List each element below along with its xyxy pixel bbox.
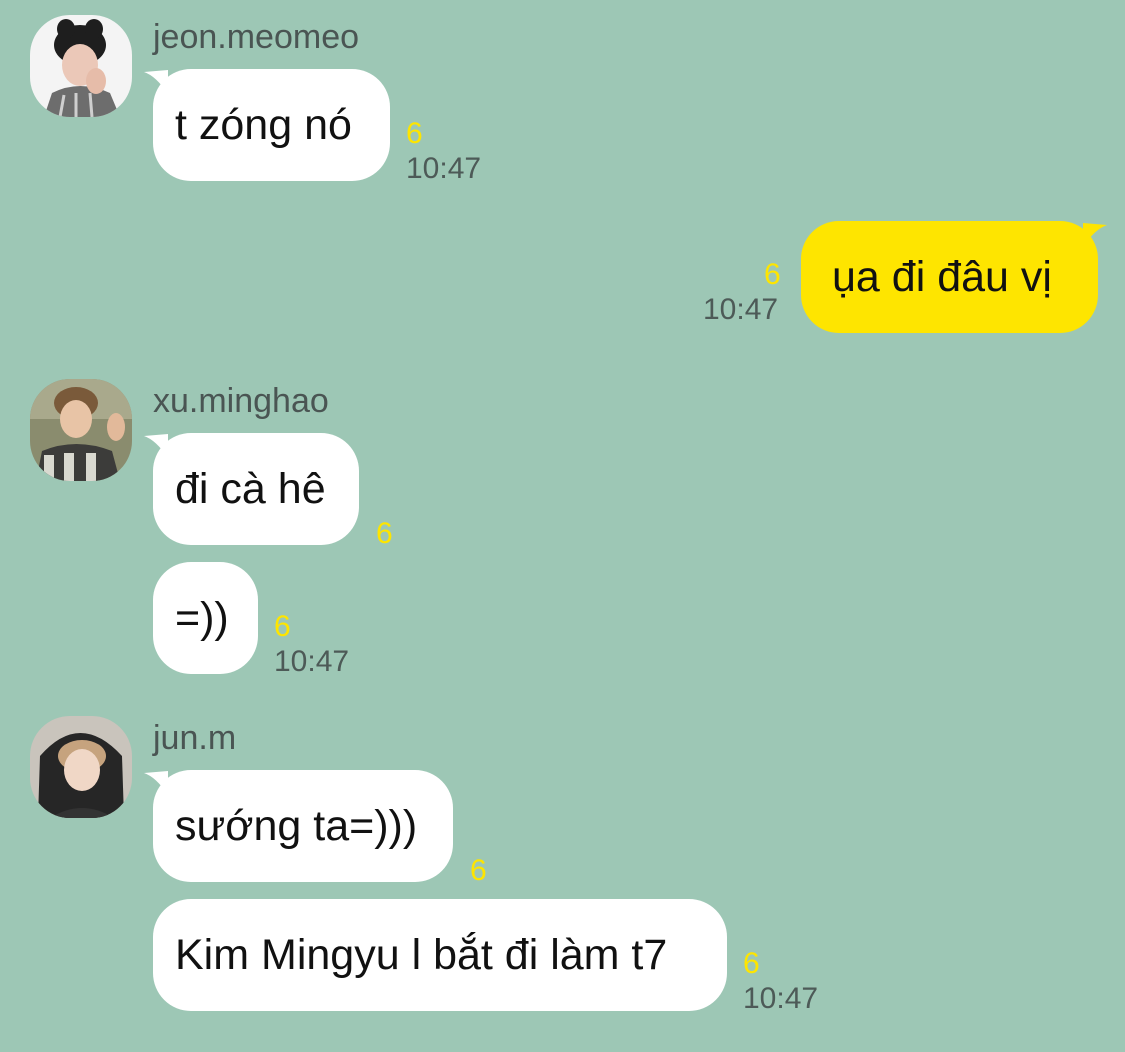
sender-avatar[interactable]: [30, 15, 132, 117]
message-bubble[interactable]: t zóng nó: [153, 69, 390, 181]
unread-count: 6: [376, 517, 393, 550]
message-bubble[interactable]: đi cà hê: [153, 433, 359, 545]
sender-avatar[interactable]: [30, 716, 132, 818]
sender-avatar[interactable]: [30, 379, 132, 481]
profile-photo-avatar: [30, 379, 132, 481]
message-time: 10:47: [743, 982, 819, 1015]
sender-name: jun.m: [153, 719, 237, 757]
message-time: 10:47: [703, 293, 779, 326]
message-bubble[interactable]: sướng ta=))): [153, 770, 453, 882]
profile-photo-avatar: [30, 716, 132, 818]
unread-count: 6: [406, 117, 423, 150]
message-bubble[interactable]: Kim Mingyu l bắt đi làm t7: [153, 899, 727, 1011]
my-message-bubble[interactable]: ụa đi đâu vị: [801, 221, 1098, 333]
sender-name: jeon.meomeo: [153, 18, 360, 56]
sender-name: xu.minghao: [153, 382, 329, 420]
unread-count: 6: [470, 854, 487, 887]
bubble-tail: [1083, 223, 1107, 247]
unread-count: 6: [743, 947, 760, 980]
message-time: 10:47: [406, 152, 482, 185]
message-bubble[interactable]: =)): [153, 562, 258, 674]
profile-photo-avatar: [30, 15, 132, 117]
unread-count: 6: [764, 258, 781, 291]
message-time: 10:47: [274, 645, 350, 678]
unread-count: 6: [274, 610, 291, 643]
